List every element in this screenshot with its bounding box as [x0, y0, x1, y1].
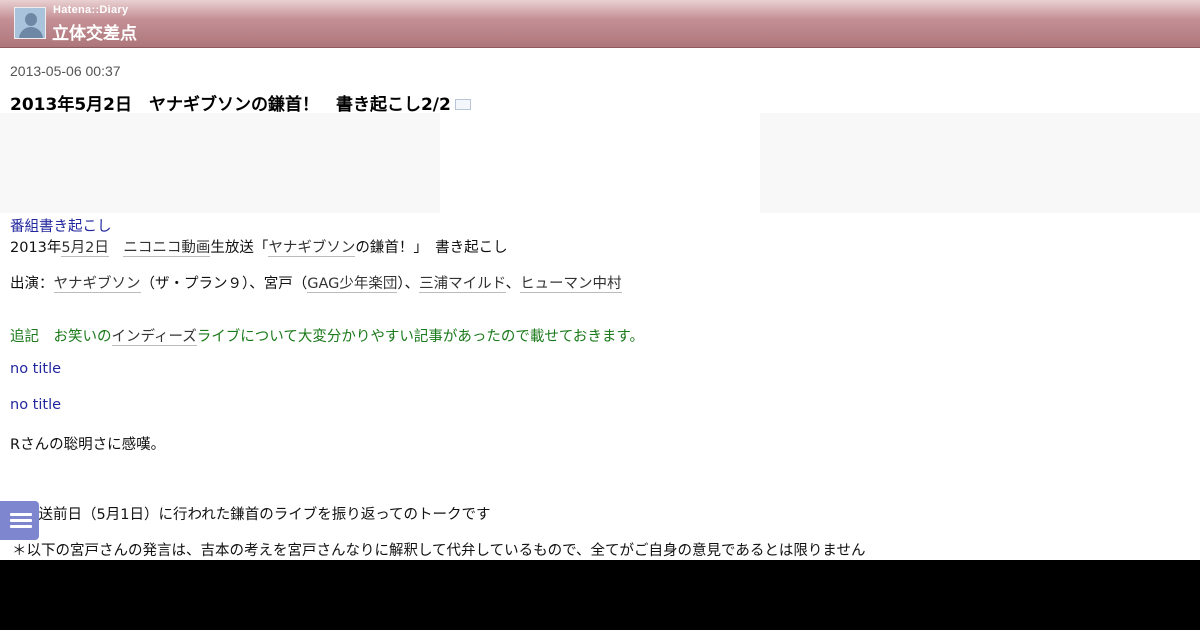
entry-datetime: 2013-05-06 00:37	[10, 63, 121, 79]
body-paragraph: 放送前日（5月1日）に行われた鎌首のライブを振り返ってのトークです	[24, 507, 491, 523]
cast-text-1: （ザ・プラン９）、宮戸（	[140, 276, 308, 292]
external-link-1[interactable]: no title	[10, 361, 61, 377]
external-link-2[interactable]: no title	[10, 397, 61, 413]
entry-title[interactable]: 2013年5月2日 ヤナギブソンの鎌首！ 書き起こし2/2	[10, 90, 471, 115]
site-header: Hatena::Diary 立体交差点	[0, 0, 1200, 48]
yanagibson-keyword-link[interactable]: ヤナギブソン	[268, 240, 356, 257]
cast-text-2: ）、	[397, 276, 420, 292]
broadcast-year: 2013年	[10, 240, 62, 256]
niconico-keyword-link[interactable]: ニコニコ動画	[123, 240, 211, 257]
cast-human-link[interactable]: ヒューマン中村	[520, 276, 622, 293]
postscript-b: ライブについて大変分かりやすい記事があったので載せておきます。	[196, 329, 644, 345]
cast-miura-link[interactable]: 三浦マイルド	[419, 276, 506, 293]
avatar-head	[25, 13, 37, 26]
comment-text: Rさんの聡明さに感嘆。	[10, 437, 166, 453]
entry-category-link[interactable]: 番組書き起こし	[10, 215, 112, 236]
postscript-line: 追記 お笑いのインディーズライブについて大変分かりやすい記事があったので載せてお…	[10, 325, 644, 346]
cast-gag-link[interactable]: GAG少年楽団	[307, 276, 398, 293]
menu-bar-middle	[10, 519, 32, 522]
entry-title-text[interactable]: 2013年5月2日 ヤナギブソンの鎌首！ 書き起こし2/2	[10, 95, 451, 115]
cast-label: 出演：	[10, 276, 54, 292]
broadcast-space	[109, 240, 124, 256]
menu-bar-top	[10, 513, 32, 516]
postscript-a: 追記 お笑いの	[10, 329, 112, 345]
broadcast-rest: の鎌首！」 書き起こし	[355, 240, 508, 256]
hamburger-menu-icon[interactable]	[0, 501, 39, 540]
broadcast-line: 2013年5月2日 ニコニコ動画生放送「ヤナギブソンの鎌首！」 書き起こし	[10, 236, 508, 257]
hatena-diary-brand[interactable]: Hatena::Diary	[53, 4, 128, 16]
trackback-icon[interactable]	[454, 99, 471, 110]
cast-line: 出演：ヤナギブソン（ザ・プラン９）、宮戸（GAG少年楽団）、三浦マイルド、ヒュー…	[10, 272, 622, 293]
ad-slot-left	[0, 113, 440, 213]
cast-separator: 、	[505, 276, 521, 292]
indies-keyword-link[interactable]: インディーズ	[111, 329, 197, 346]
diary-page: Hatena::Diary 立体交差点 2013-05-06 00:37 201…	[0, 0, 1200, 560]
site-title[interactable]: 立体交差点	[52, 19, 137, 44]
menu-bar-bottom	[10, 525, 32, 528]
ad-slot-right	[760, 113, 1200, 213]
broadcast-live: 生放送「	[210, 240, 269, 256]
avatar-body	[19, 27, 43, 38]
user-avatar-icon[interactable]	[14, 7, 46, 39]
note-paragraph: ＊以下の宮戸さんの発言は、吉本の考えを宮戸さんなりに解釈して代弁しているもので、…	[12, 543, 866, 559]
cast-yanagibson-link[interactable]: ヤナギブソン	[53, 276, 141, 293]
date-keyword-link[interactable]: 5月2日	[61, 240, 109, 257]
